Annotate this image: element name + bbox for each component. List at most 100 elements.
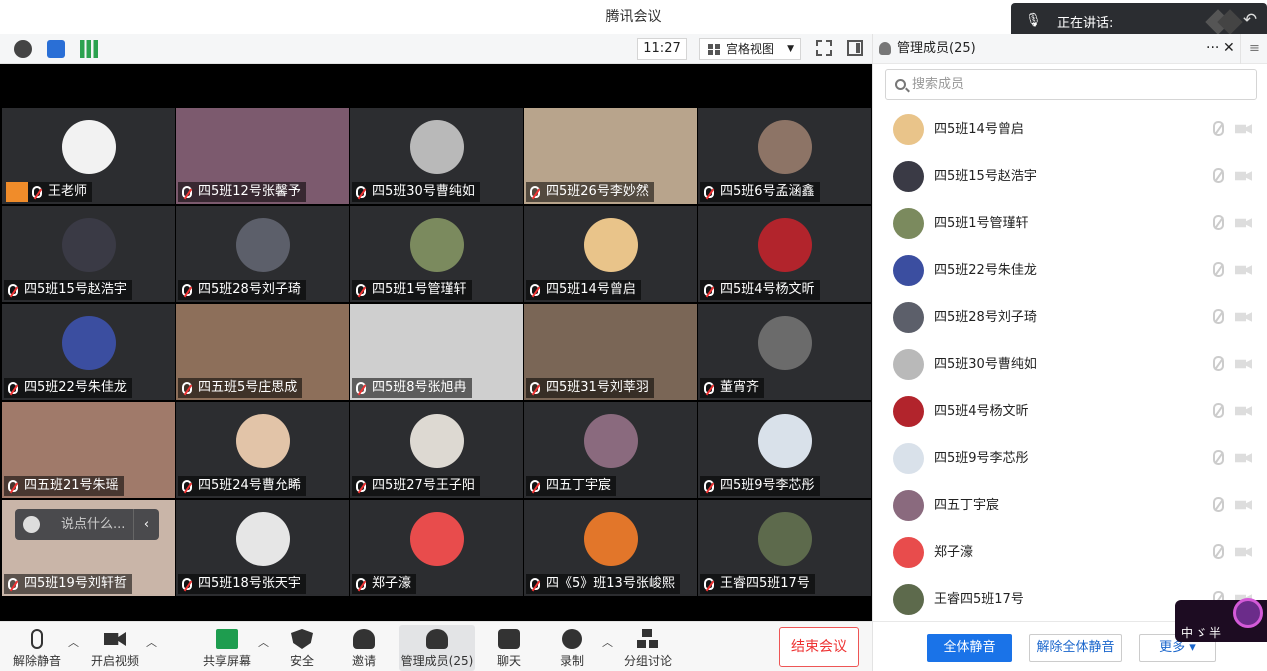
view-mode-label: 宫格视图 (726, 42, 775, 56)
mic-muted-icon[interactable] (1213, 450, 1224, 465)
participant-tile[interactable]: 四5班1号管瑾轩 (350, 206, 523, 302)
member-row[interactable]: 四5班14号曾启 (873, 106, 1267, 153)
camera-off-icon[interactable] (1235, 359, 1252, 369)
camera-off-icon[interactable] (1235, 171, 1252, 181)
mic-muted-icon[interactable] (1213, 262, 1224, 277)
participant-name: 四5班14号曾启 (546, 282, 636, 297)
participant-tile[interactable]: 四5班27号王子阳 (350, 402, 523, 498)
mic-muted-icon: 🎙 (1025, 13, 1042, 28)
participant-tile[interactable]: 四5班14号曾启 (524, 206, 697, 302)
participant-tile[interactable]: 四5班24号曹允睎 (176, 402, 349, 498)
chat-input-bubble[interactable]: 说点什么... ‹ (15, 509, 159, 540)
participant-name-label: 四5班24号曹允睎 (178, 476, 306, 496)
participant-avatar (758, 120, 812, 174)
chat-placeholder: 说点什么... (61, 517, 126, 532)
unmute-button[interactable]: 解除静音 (10, 625, 64, 671)
participant-tile[interactable]: 四5班31号刘莘羽 (524, 304, 697, 400)
chevron-up-icon[interactable]: ︿ (146, 634, 157, 650)
member-row[interactable]: 四5班4号杨文昕 (873, 388, 1267, 435)
participant-tile[interactable]: 四五班5号庄思成 (176, 304, 349, 400)
participant-tile[interactable]: 四5班22号朱佳龙 (2, 304, 175, 400)
camera-off-icon[interactable] (1235, 547, 1252, 557)
participant-tile[interactable]: 王睿四5班17号 (698, 500, 871, 596)
avatar (893, 208, 924, 239)
shield-icon[interactable] (47, 40, 65, 58)
member-row[interactable]: 四5班1号管瑾轩 (873, 200, 1267, 247)
participant-avatar (584, 512, 638, 566)
participant-tile[interactable]: 四《5》班13号张峻熙 (524, 500, 697, 596)
chat-button[interactable]: 聊天 (491, 625, 527, 671)
participant-tile[interactable]: 四5班4号杨文昕 (698, 206, 871, 302)
mic-muted-icon[interactable] (1213, 356, 1224, 371)
camera-off-icon[interactable] (1235, 312, 1252, 322)
security-button[interactable]: 安全 (284, 625, 320, 671)
end-meeting-button[interactable]: 结束会议 (779, 627, 859, 667)
mic-muted-icon[interactable] (1213, 497, 1224, 512)
manage-members-button[interactable]: 管理成员(25) (399, 625, 475, 671)
mic-muted-icon[interactable] (1213, 544, 1224, 559)
participant-name-label: 王老师 (28, 182, 93, 202)
participant-tile[interactable]: 王老师 (2, 108, 175, 204)
member-row[interactable]: 四五丁宇宸 (873, 482, 1267, 529)
camera-off-icon[interactable] (1235, 500, 1252, 510)
participant-tile[interactable]: 郑子濠 (350, 500, 523, 596)
participant-tile[interactable]: 四5班6号孟涵鑫 (698, 108, 871, 204)
member-row[interactable]: 四5班22号朱佳龙 (873, 247, 1267, 294)
member-name: 四5班30号曹纯如 (934, 357, 1037, 372)
participant-avatar (62, 218, 116, 272)
invite-button[interactable]: 邀请 (346, 625, 382, 671)
mic-muted-icon[interactable] (1213, 215, 1224, 230)
mute-all-button[interactable]: 全体静音 (927, 634, 1012, 662)
breakout-button[interactable]: 分组讨论 (622, 625, 674, 671)
participant-tile[interactable]: 四5班18号张天宇 (176, 500, 349, 596)
mic-muted-icon[interactable] (1213, 309, 1224, 324)
chevron-up-icon[interactable]: ︿ (602, 634, 613, 650)
participant-tile[interactable]: 董宵齐 (698, 304, 871, 400)
close-icon[interactable]: ✕ (1223, 34, 1235, 63)
share-screen-button[interactable]: 共享屏幕 (200, 625, 254, 671)
member-search-input[interactable]: 搜索成员 (885, 69, 1257, 100)
participant-tile[interactable]: 四5班28号刘子琦 (176, 206, 349, 302)
meeting-toolbar: 11:27 宫格视图 ▼ (0, 34, 872, 64)
chevron-up-icon[interactable]: ︿ (68, 634, 79, 650)
fullscreen-icon[interactable] (816, 40, 832, 56)
menu-icon[interactable]: ≡ (1240, 34, 1267, 64)
participant-tile[interactable]: 四5班9号李芯彤 (698, 402, 871, 498)
participant-tile[interactable]: 四5班12号张馨予 (176, 108, 349, 204)
mic-muted-icon[interactable] (1213, 121, 1224, 136)
member-row[interactable]: 四5班30号曹纯如 (873, 341, 1267, 388)
camera-off-icon[interactable] (1235, 406, 1252, 416)
participant-tile[interactable]: 四五丁宇宸 (524, 402, 697, 498)
participant-name-label: 四5班6号孟涵鑫 (700, 182, 820, 202)
side-panel-icon[interactable] (847, 40, 863, 56)
member-name: 四5班4号杨文昕 (934, 404, 1029, 419)
mic-muted-icon[interactable] (1213, 168, 1224, 183)
emoji-icon[interactable] (23, 516, 40, 533)
record-button[interactable]: 录制 (554, 625, 590, 671)
info-icon[interactable] (14, 40, 32, 58)
chevron-left-icon[interactable]: ‹ (133, 509, 159, 540)
member-row[interactable]: 四5班15号赵浩宇 (873, 153, 1267, 200)
view-mode-select[interactable]: 宫格视图 ▼ (699, 38, 801, 60)
member-row[interactable]: 四5班9号李芯彤 (873, 435, 1267, 482)
participant-tile[interactable]: 四5班30号曹纯如 (350, 108, 523, 204)
more-options-icon[interactable]: ··· (1206, 34, 1219, 63)
participant-tile[interactable]: 四5班15号赵浩宇 (2, 206, 175, 302)
start-video-button[interactable]: 开启视频 (88, 625, 142, 671)
member-row[interactable]: 郑子濠 (873, 529, 1267, 576)
camera-off-icon[interactable] (1235, 124, 1252, 134)
participant-tile[interactable]: 四5班8号张旭冉 (350, 304, 523, 400)
participant-tile[interactable]: 四五班21号朱瑶 (2, 402, 175, 498)
unmute-all-button[interactable]: 解除全体静音 (1029, 634, 1122, 662)
participant-tile[interactable]: 四5班26号李妙然 (524, 108, 697, 204)
signal-icon[interactable] (80, 40, 98, 58)
return-icon[interactable]: ↶ (1239, 9, 1261, 31)
share-screen-icon (216, 629, 238, 649)
camera-off-icon[interactable] (1235, 265, 1252, 275)
member-row[interactable]: 四5班28号刘子琦 (873, 294, 1267, 341)
camera-off-icon[interactable] (1235, 218, 1252, 228)
mic-muted-icon (704, 382, 714, 394)
chevron-up-icon[interactable]: ︿ (258, 634, 269, 650)
mic-muted-icon[interactable] (1213, 403, 1224, 418)
camera-off-icon[interactable] (1235, 453, 1252, 463)
